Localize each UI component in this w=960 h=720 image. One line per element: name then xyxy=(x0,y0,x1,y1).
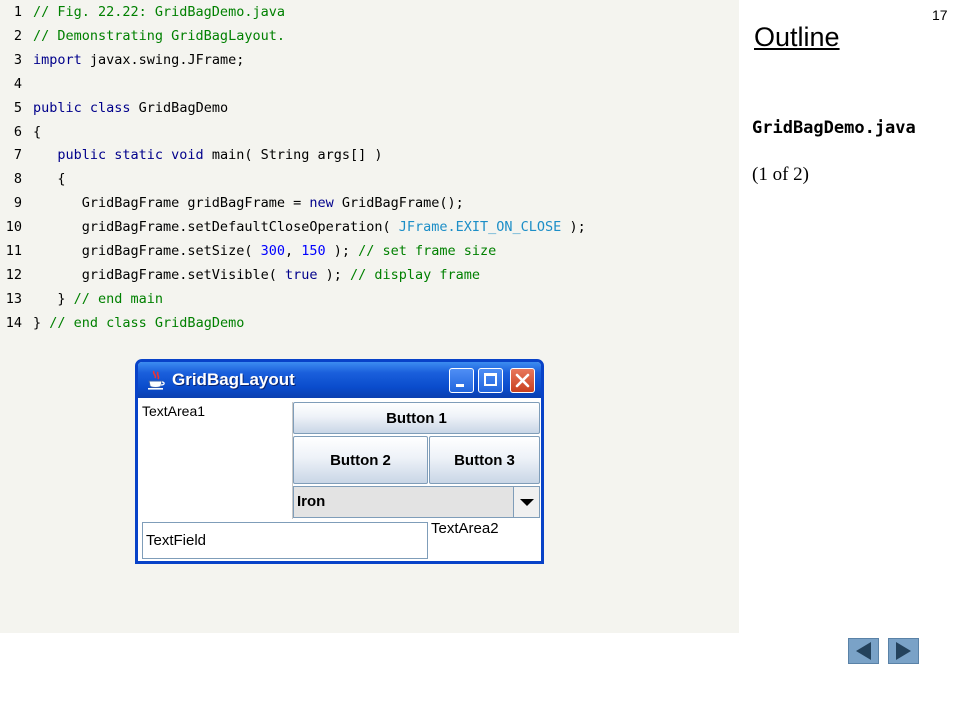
code-token: JFrame.EXIT_ON_CLOSE xyxy=(398,219,562,236)
code-token: main( String args[] ) xyxy=(203,147,383,164)
code-token: ); xyxy=(317,266,350,283)
code-text: // Demonstrating GridBagLayout. xyxy=(33,24,285,48)
code-text: gridBagFrame.setDefaultCloseOperation( J… xyxy=(33,215,586,239)
code-text: gridBagFrame.setVisible( true ); // disp… xyxy=(33,263,480,287)
code-token: // display frame xyxy=(350,266,481,283)
window-titlebar[interactable]: GridBagLayout xyxy=(138,362,541,398)
combo-dropdown-button[interactable] xyxy=(513,487,539,517)
code-token: javax.swing.JFrame; xyxy=(81,51,245,68)
code-token: new xyxy=(309,195,334,212)
code-token: gridBagFrame.setDefaultCloseOperation( xyxy=(33,219,399,236)
line-number: 1 xyxy=(13,4,22,20)
code-text: GridBagFrame gridBagFrame = new GridBagF… xyxy=(33,191,464,215)
line-number: 12 xyxy=(5,266,22,283)
code-text: { xyxy=(33,120,41,144)
code-token: } xyxy=(33,314,50,331)
code-token: GridBagFrame(); xyxy=(333,195,464,212)
code-token: ); xyxy=(325,243,359,259)
code-text: public static void main( String args[] ) xyxy=(33,143,383,167)
text-area-2[interactable]: TextArea2 xyxy=(429,519,540,559)
code-text: import javax.swing.JFrame; xyxy=(33,48,244,72)
combo-selected-value: Iron xyxy=(297,493,326,510)
text-field[interactable]: TextField xyxy=(142,522,428,559)
code-token: public static void xyxy=(57,147,204,164)
code-token: // end main xyxy=(73,290,164,307)
code-text: public class GridBagDemo xyxy=(33,96,228,120)
text-area-1[interactable]: TextArea1 xyxy=(140,402,293,519)
triangle-left-icon xyxy=(856,642,871,660)
line-number: 13 xyxy=(5,290,22,307)
metal-combo-box[interactable]: Iron xyxy=(293,486,540,518)
line-number: 14 xyxy=(5,314,22,331)
code-token: // set frame size xyxy=(358,243,497,259)
code-token: } xyxy=(33,290,74,307)
code-token: // Demonstrating GridBagLayout. xyxy=(33,27,285,44)
line-number: 7 xyxy=(13,147,22,164)
line-number: 10 xyxy=(5,219,22,236)
code-token: 150 xyxy=(301,243,326,259)
window-content: TextArea1 Button 1 Button 2 Button 3 Iro… xyxy=(138,398,541,561)
java-cup-icon xyxy=(148,370,165,390)
code-token: // Fig. 22.22: GridBagDemo.java xyxy=(33,4,285,20)
line-number: 2 xyxy=(13,27,22,44)
outline-heading: Outline xyxy=(754,22,840,52)
page-number: 17 xyxy=(932,7,948,23)
chevron-down-icon xyxy=(519,498,534,506)
maximize-button[interactable] xyxy=(478,368,503,393)
code-token: public class xyxy=(33,99,131,116)
code-token: { xyxy=(33,123,42,140)
code-text: gridBagFrame.setSize( 300, 150 ); // set… xyxy=(33,239,497,263)
line-number: 9 xyxy=(13,195,22,212)
minimize-icon xyxy=(456,384,464,387)
button-3[interactable]: Button 3 xyxy=(429,436,540,484)
code-text: { xyxy=(33,167,66,191)
code-token: , xyxy=(284,243,302,259)
line-number: 11 xyxy=(5,243,22,259)
code-token: { xyxy=(33,171,66,188)
window-title: GridBagLayout xyxy=(172,370,295,389)
line-number: 3 xyxy=(13,51,22,68)
code-text: // Fig. 22.22: GridBagDemo.java xyxy=(33,0,285,24)
gridbag-window: GridBagLayout TextArea1 Button 1 Button … xyxy=(135,359,544,564)
line-number: 6 xyxy=(13,123,22,140)
code-token: import xyxy=(33,51,82,68)
button-1[interactable]: Button 1 xyxy=(293,402,540,434)
code-text: } // end class GridBagDemo xyxy=(33,311,244,335)
code-token: gridBagFrame.setSize( xyxy=(33,243,261,259)
code-token: GridBagFrame gridBagFrame = xyxy=(33,195,310,212)
code-text: } // end main xyxy=(33,287,163,311)
minimize-button[interactable] xyxy=(449,368,474,393)
previous-slide-button[interactable] xyxy=(848,638,879,664)
next-slide-button[interactable] xyxy=(888,638,919,664)
code-token: // end class GridBagDemo xyxy=(49,314,245,331)
page-count-label: (1 of 2) xyxy=(752,164,809,185)
triangle-right-icon xyxy=(896,642,911,660)
file-name-label: GridBagDemo.java xyxy=(752,118,916,138)
close-button[interactable] xyxy=(510,368,535,393)
code-token: GridBagDemo xyxy=(130,99,229,116)
code-token: 300 xyxy=(260,243,285,259)
line-number: 4 xyxy=(13,75,22,92)
code-token: ); xyxy=(561,219,586,236)
line-number: 8 xyxy=(13,171,22,188)
maximize-icon xyxy=(484,373,497,386)
code-token: gridBagFrame.setVisible( xyxy=(33,266,285,283)
close-icon xyxy=(515,373,530,388)
line-number: 5 xyxy=(13,99,22,116)
button-2[interactable]: Button 2 xyxy=(293,436,428,484)
code-token: true xyxy=(284,266,318,283)
